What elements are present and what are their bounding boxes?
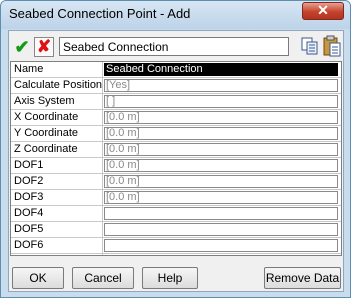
property-label: DOF3	[14, 191, 44, 203]
property-row-dof5: DOF5	[11, 222, 341, 238]
property-row-x-coordinate: X Coordinate [0.0 m]	[11, 110, 341, 126]
property-value-field[interactable]: [0.0 m]	[104, 111, 338, 124]
remove-data-button[interactable]: Remove Data	[264, 267, 341, 289]
property-value-field[interactable]	[104, 223, 338, 236]
dialog-client-area: ✔ ✘ Seabed Connection Name Seabed Connec…	[8, 30, 344, 292]
property-row-dof6: DOF6	[11, 238, 341, 254]
title-bar[interactable]: Seabed Connection Point - Add ✕	[1, 1, 350, 29]
dialog-window: Seabed Connection Point - Add ✕ ✔ ✘ Seab…	[0, 0, 351, 298]
paste-button[interactable]	[323, 35, 341, 57]
accept-button[interactable]: ✔	[11, 36, 33, 58]
property-value-field[interactable]: [Yes]	[104, 79, 338, 92]
checkmark-icon: ✔	[14, 37, 30, 57]
property-label: DOF6	[14, 239, 44, 251]
paste-icon	[323, 35, 341, 57]
cross-icon: ✘	[36, 37, 52, 56]
window-title: Seabed Connection Point - Add	[9, 6, 191, 21]
property-label: DOF1	[14, 159, 44, 171]
property-value-field[interactable]: [0.0 m]	[104, 175, 338, 188]
close-icon: ✕	[317, 2, 329, 18]
name-input[interactable]	[59, 37, 289, 56]
copy-button[interactable]	[301, 36, 319, 56]
property-label: DOF2	[14, 175, 44, 187]
property-value-field[interactable]: Seabed Connection	[104, 63, 338, 76]
property-row-axis-system: Axis System [ ]	[11, 94, 341, 110]
property-row-dof3: DOF3 [0.0 m]	[11, 190, 341, 206]
property-label: Calculate Position	[14, 79, 103, 91]
property-value-field[interactable]: [0.0 m]	[104, 191, 338, 204]
property-grid: Name Seabed Connection Calculate Positio…	[10, 61, 342, 256]
property-row-name: Name Seabed Connection	[11, 62, 341, 78]
property-value-field[interactable]: [0.0 m]	[104, 159, 338, 172]
property-row-dof1: DOF1 [0.0 m]	[11, 158, 341, 174]
property-row-calculate-position: Calculate Position [Yes]	[11, 78, 341, 94]
property-label: Axis System	[14, 95, 75, 107]
property-value-field[interactable]: [0.0 m]	[104, 127, 338, 140]
help-button[interactable]: Help	[142, 267, 198, 289]
property-value-field[interactable]: [0.0 m]	[104, 143, 338, 156]
property-label: X Coordinate	[14, 111, 79, 123]
property-row-z-coordinate: Z Coordinate [0.0 m]	[11, 142, 341, 158]
property-label: Z Coordinate	[14, 143, 78, 155]
cancel-button[interactable]: Cancel	[72, 267, 134, 289]
property-row-y-coordinate: Y Coordinate [0.0 m]	[11, 126, 341, 142]
property-label: DOF4	[14, 207, 44, 219]
property-label: DOF5	[14, 223, 44, 235]
close-button[interactable]: ✕	[302, 2, 344, 20]
ok-button[interactable]: OK	[12, 267, 64, 289]
property-value-field[interactable]: [ ]	[104, 95, 338, 108]
property-row-dof2: DOF2 [0.0 m]	[11, 174, 341, 190]
property-label: Name	[14, 63, 44, 75]
property-value-field[interactable]	[104, 207, 338, 220]
property-row-dof4: DOF4	[11, 206, 341, 222]
reject-button[interactable]: ✘	[34, 37, 54, 57]
property-value-field[interactable]	[104, 239, 338, 252]
copy-icon	[301, 37, 318, 55]
property-label: Y Coordinate	[14, 127, 79, 139]
